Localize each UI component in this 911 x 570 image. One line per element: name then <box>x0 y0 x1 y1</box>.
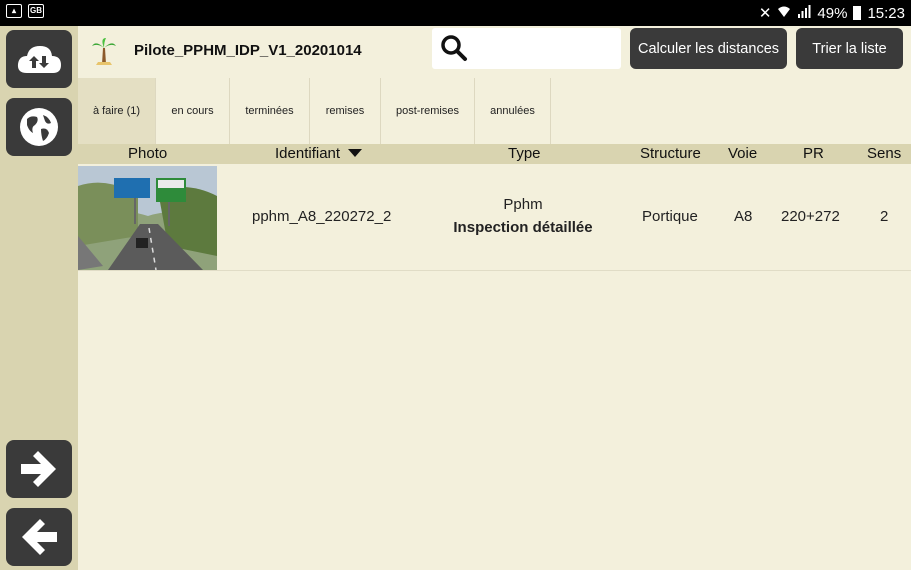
back-button[interactable] <box>6 508 72 566</box>
project-title: Pilote_PPHM_IDP_V1_20201014 <box>134 42 362 59</box>
sidebar <box>0 26 78 570</box>
battery-icon <box>853 6 862 20</box>
arrow-right-icon <box>21 451 56 487</box>
col-pr: PR <box>803 145 824 162</box>
status-bar: ▴ GB ✕ 49% 15:23 <box>0 0 911 26</box>
arrow-left-icon <box>22 519 57 555</box>
tab-a-faire[interactable]: à faire (1) <box>78 78 156 144</box>
sort-list-button[interactable]: Trier la liste <box>796 28 903 69</box>
table-row[interactable]: pphm_A8_220272_2 Pphm Inspection détaill… <box>78 166 911 271</box>
inspection-photo <box>78 166 217 270</box>
clock: 15:23 <box>867 4 905 22</box>
search-input[interactable] <box>432 28 621 69</box>
row-type: Pphm <box>503 196 543 213</box>
row-subtype: Inspection détaillée <box>453 219 593 236</box>
col-structure: Structure <box>640 145 701 162</box>
next-button[interactable] <box>6 440 72 498</box>
globe-icon <box>20 108 58 146</box>
col-photo: Photo <box>128 145 168 162</box>
col-type: Type <box>508 145 541 162</box>
cloud-sync-icon <box>17 46 61 73</box>
col-sens: Sens <box>867 145 902 162</box>
col-voie: Voie <box>728 145 758 162</box>
header: Pilote_PPHM_IDP_V1_20201014 Calculer les… <box>78 26 911 78</box>
status-tabs: à faire (1) en cours terminées remises p… <box>78 78 551 144</box>
tab-terminees[interactable]: terminées <box>230 78 310 144</box>
table-header: Photo Identifiant Type Structure Voie PR… <box>78 144 911 164</box>
wifi-icon <box>777 5 791 22</box>
battery-percent: 49% <box>817 4 848 22</box>
tab-post-remises[interactable]: post-remises <box>381 78 475 144</box>
row-identifiant: pphm_A8_220272_2 <box>252 208 392 225</box>
gallery-icon: ▴ <box>6 4 22 18</box>
tab-remises[interactable]: remises <box>310 78 381 144</box>
row-type-cell: Pphm Inspection détaillée <box>438 196 608 236</box>
palm-tree-icon <box>92 38 116 65</box>
map-button[interactable] <box>6 98 72 156</box>
tab-annulees[interactable]: annulées <box>475 78 551 144</box>
col-identifiant[interactable]: Identifiant <box>275 145 363 162</box>
row-sens: 2 <box>880 208 889 225</box>
mute-icon: ✕ <box>758 5 772 22</box>
sort-down-icon <box>348 149 363 157</box>
tab-en-cours[interactable]: en cours <box>156 78 230 144</box>
signal-icon <box>797 4 811 22</box>
row-pr: 220+272 <box>781 208 840 225</box>
sync-button[interactable] <box>6 30 72 88</box>
notification-icon: GB <box>28 4 44 18</box>
search-icon <box>441 35 467 61</box>
row-structure: Portique <box>642 208 698 225</box>
row-voie: A8 <box>734 208 753 225</box>
calculate-distances-button[interactable]: Calculer les distances <box>630 28 787 69</box>
col-identifiant-label: Identifiant <box>275 145 341 162</box>
